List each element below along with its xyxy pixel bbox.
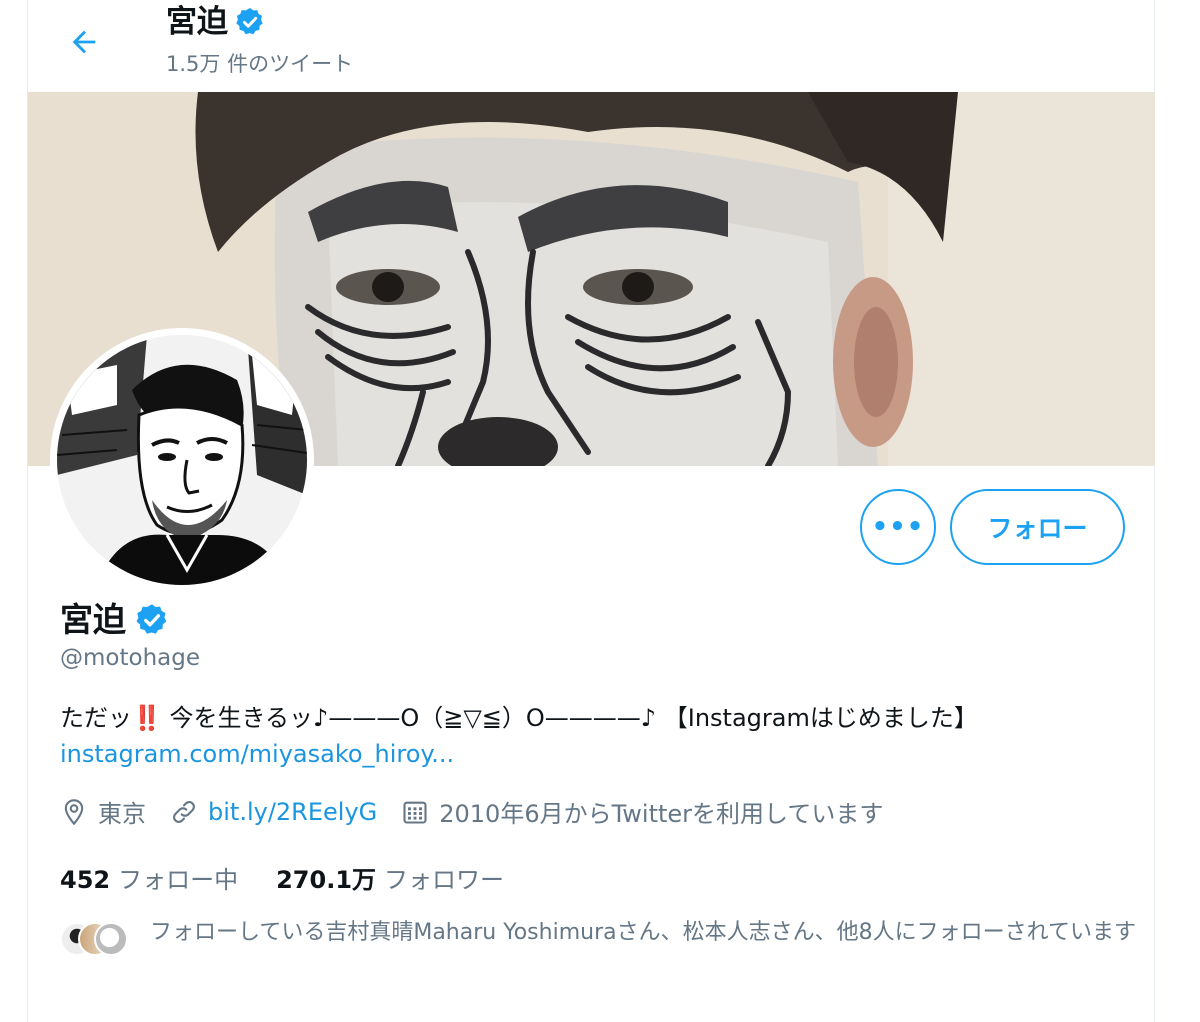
follower-avatars	[60, 922, 130, 958]
location-item: 東京	[60, 794, 146, 829]
profile-meta-row: 東京 bit.ly/2REelyG 2010年6月からTwitterを利用してい…	[60, 794, 907, 829]
header-display-name: 宮迫	[166, 4, 228, 40]
verified-badge-icon	[134, 602, 170, 638]
profile-bio: ただッ‼️ 今を生きるッ♪———O（≧▽≦）O————♪ 【Instagramは…	[60, 700, 1130, 772]
profile-display-name: 宮迫	[60, 600, 126, 639]
profile-handle: @motohage	[60, 645, 200, 671]
follow-button[interactable]: フォロー	[950, 489, 1125, 565]
followers-label: フォロワー	[384, 866, 505, 894]
location-icon	[64, 798, 84, 825]
followers-stat[interactable]: 270.1万 フォロワー	[276, 860, 504, 895]
website-link[interactable]: bit.ly/2REelyG	[208, 798, 377, 826]
following-label: フォロー中	[118, 866, 239, 894]
joined-item: 2010年6月からTwitterを利用しています	[401, 794, 883, 829]
following-stat[interactable]: 452 フォロー中	[60, 860, 238, 895]
followed-by-text: フォローしている吉村真晴Maharu Yoshimuraさん、松本人志さん、他8…	[150, 920, 1136, 945]
profile-avatar[interactable]	[50, 328, 314, 592]
joined-date-text: 2010年6月からTwitterを利用しています	[439, 800, 884, 828]
header-name-row: 宮迫	[166, 2, 266, 42]
following-count: 452	[60, 866, 111, 894]
bio-instagram-link[interactable]: instagram.com/miyasako_hiroy...	[60, 740, 454, 768]
followed-by-section[interactable]: フォローしている吉村真晴Maharu Yoshimuraさん、松本人志さん、他8…	[60, 916, 1140, 958]
follower-avatar	[94, 922, 128, 956]
profile-name-row: 宮迫	[60, 598, 170, 642]
link-icon	[173, 800, 195, 823]
back-arrow-icon	[72, 30, 96, 54]
follow-stats: 452 フォロー中 270.1万 フォロワー	[60, 860, 542, 895]
tweet-count: 1.5万 件のツイート	[166, 52, 354, 76]
profile-header-bar: 宮迫 1.5万 件のツイート	[28, 0, 1154, 92]
profile-column: 宮迫 1.5万 件のツイート ••• フォロー 宮迫 @motohage ただッ…	[27, 0, 1155, 1022]
location-text: 東京	[98, 800, 146, 828]
double-exclamation-emoji: ‼️	[132, 704, 162, 732]
bio-text: ただッ	[60, 704, 132, 732]
more-options-button[interactable]: •••	[860, 489, 936, 565]
verified-badge-icon	[234, 6, 266, 38]
avatar-image	[57, 335, 307, 585]
back-button[interactable]	[56, 14, 112, 70]
website-item: bit.ly/2REelyG	[170, 798, 377, 826]
followers-count: 270.1万	[276, 866, 377, 894]
bio-rest-text: 今を生きるッ♪———O（≧▽≦）O————♪ 【Instagramはじめました】	[161, 704, 978, 732]
calendar-icon	[403, 801, 427, 824]
